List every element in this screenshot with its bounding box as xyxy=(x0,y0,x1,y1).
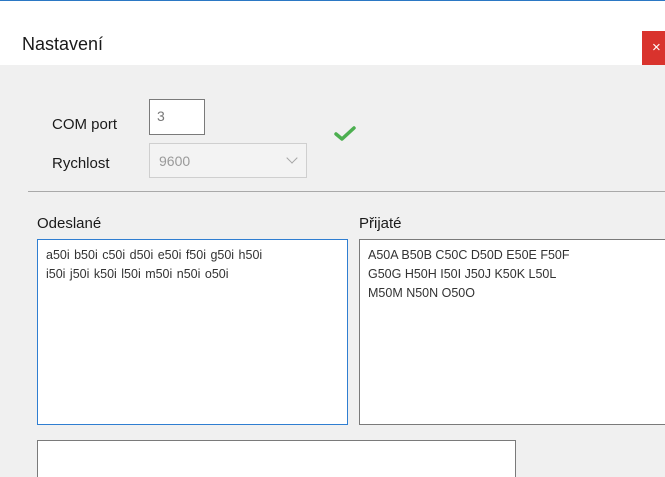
received-textarea[interactable]: A50A B50B C50C D50D E50E F50F G50G H50H … xyxy=(359,239,665,425)
received-label: Přijaté xyxy=(359,215,402,232)
checkmark-icon xyxy=(334,126,356,141)
title-bar: Nastavení × xyxy=(0,1,665,65)
com-port-input[interactable]: 3 xyxy=(149,99,205,135)
sent-textarea[interactable]: a50i b50i c50i d50i e50i f50i g50i h50i … xyxy=(37,239,348,425)
close-button[interactable]: × xyxy=(642,31,665,65)
settings-window: Nastavení × COM port 3 Rychlost 9600 Ode… xyxy=(0,0,665,477)
com-port-label: COM port xyxy=(52,116,118,133)
speed-select[interactable]: 9600 xyxy=(149,143,307,178)
close-icon: × xyxy=(652,39,661,56)
speed-label: Rychlost xyxy=(52,155,110,172)
chevron-down-icon xyxy=(286,152,298,164)
send-input[interactable] xyxy=(37,440,516,477)
speed-select-value: 9600 xyxy=(159,153,191,169)
window-title: Nastavení xyxy=(22,34,104,54)
divider xyxy=(28,191,665,192)
sent-label: Odeslané xyxy=(37,215,102,232)
